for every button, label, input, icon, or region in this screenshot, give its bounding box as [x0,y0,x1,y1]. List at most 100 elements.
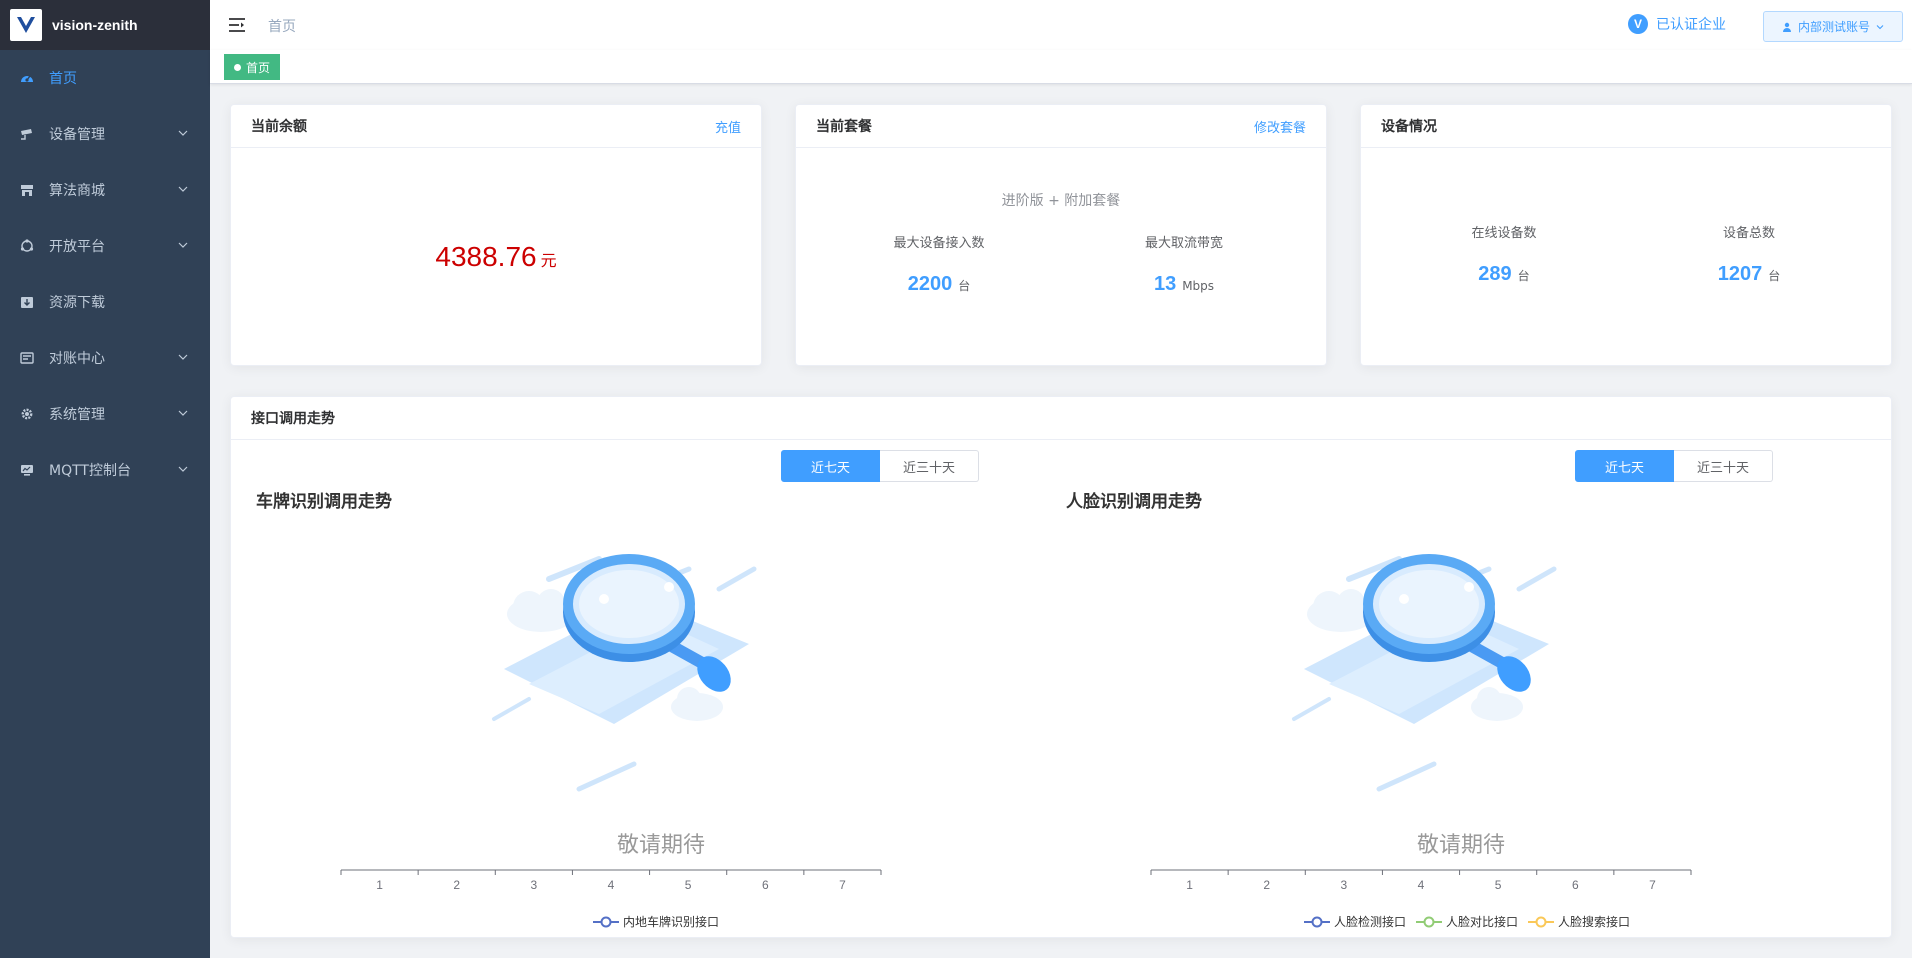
x-tick-label: 4 [1418,878,1425,892]
card-title: 设备情况 [1381,119,1437,135]
card-title: 当前余额 [251,119,307,135]
device-status-card: 设备情况 在线设备数 289 台 设备总数 1207 台 [1360,104,1892,366]
sidebar-item-home[interactable]: 首页 [0,50,210,106]
stat-value: 1207 台 [1649,263,1849,286]
stat-number: 2200 [907,273,953,295]
legend-item[interactable]: 内地车牌识别接口 [593,913,719,930]
sidebar-item-open-platform[interactable]: 开放平台 [0,218,210,274]
coming-soon-text: 敬请期待 [616,833,705,858]
sidebar-item-devices[interactable]: 设备管理 [0,106,210,162]
x-tick-label: 5 [1495,878,1502,892]
range-30-days-button[interactable]: 近三十天 [880,450,979,482]
legend-label: 人脸检测接口 [1334,915,1407,929]
stat-unit: 台 [1517,269,1530,283]
modify-package-link[interactable]: 修改套餐 [1254,117,1306,136]
sidebar: vision-zenith 首页 设备管理 算法商城 开放平台 资源下载 对账中… [0,0,210,958]
brand[interactable]: vision-zenith [0,0,210,50]
account-label: 内部测试账号 [1797,20,1870,34]
stat-value: 289 台 [1404,263,1604,286]
chevron-down-icon [178,354,188,360]
account-dropdown-button[interactable]: 内部测试账号 [1763,11,1903,42]
gear-icon [20,407,34,421]
x-tick-label: 1 [376,878,383,892]
total-devices-stat: 设备总数 1207 台 [1649,222,1849,286]
legend-item[interactable]: 人脸检测接口 [1304,913,1406,930]
package-name: 进阶版 + 附加套餐 [1001,193,1121,209]
sidebar-item-label: 首页 [49,71,77,87]
stat-number: 289 [1478,263,1512,285]
open-platform-icon [20,239,34,253]
cert-label: 已认证企业 [1656,17,1726,33]
sidebar-item-label: MQTT控制台 [49,463,131,479]
range-7-days-button[interactable]: 近七天 [781,450,880,482]
plate-chart-axis: 1 2 3 4 5 6 7 [340,869,882,892]
active-dot-icon [234,63,241,71]
max-devices-stat: 最大设备接入数 2200 台 [839,232,1039,296]
sidebar-item-label: 设备管理 [49,127,105,143]
chevron-down-icon [178,410,188,416]
stat-label: 设备总数 [1722,226,1775,241]
card-header: 设备情况 [1361,105,1891,148]
chevron-down-icon [178,242,188,248]
stat-unit: 台 [1768,269,1781,283]
sidebar-item-algorithm-store[interactable]: 算法商城 [0,162,210,218]
online-devices-stat: 在线设备数 289 台 [1404,222,1604,286]
chevron-down-icon [1876,24,1884,29]
chevron-down-icon [178,186,188,192]
verified-icon: V [1628,14,1648,34]
top-navbar: 首页 V 已认证企业 内部测试账号 [210,0,1912,50]
card-title: 接口调用走势 [251,411,335,427]
sidebar-item-downloads[interactable]: 资源下载 [0,274,210,330]
brand-name: vision-zenith [52,17,138,33]
stat-label: 在线设备数 [1471,226,1537,241]
chevron-down-icon [178,130,188,136]
legend-item[interactable]: 人脸搜索接口 [1528,913,1630,930]
search-illustration-icon [1292,554,1557,792]
legend-marker-icon [1528,916,1555,927]
card-header: 当前余额 充值 [231,105,761,148]
breadcrumb[interactable]: 首页 [268,16,296,36]
billing-icon [20,351,34,365]
sidebar-item-billing[interactable]: 对账中心 [0,330,210,386]
package-card: 当前套餐 修改套餐 进阶版 + 附加套餐 最大设备接入数 2200 台 最大取流带… [795,104,1327,366]
card-title: 当前套餐 [816,119,872,135]
certified-enterprise[interactable]: V 已认证企业 [1628,14,1726,34]
max-bandwidth-stat: 最大取流带宽 13 Mbps [1084,232,1284,296]
x-tick-label: 5 [685,878,692,892]
legend-marker-icon [593,916,619,927]
stat-value: 13 Mbps [1084,273,1284,296]
legend-label: 内地车牌识别接口 [623,915,720,929]
search-illustration-icon [492,554,757,792]
sidebar-item-label: 对账中心 [49,351,105,367]
monitor-icon [20,463,34,477]
hamburger-icon[interactable] [228,16,246,34]
shop-icon [20,183,34,197]
tag-home[interactable]: 首页 [224,54,281,80]
sidebar-item-label: 开放平台 [49,239,105,255]
sidebar-item-system[interactable]: 系统管理 [0,386,210,442]
stat-unit: 台 [958,279,971,293]
range-7-days-button[interactable]: 近七天 [1575,450,1674,482]
x-tick-label: 3 [531,878,538,892]
legend-label: 人脸对比接口 [1446,915,1519,929]
legend-item[interactable]: 人脸对比接口 [1416,913,1518,930]
camera-icon [20,127,34,141]
stat-label: 最大设备接入数 [893,236,985,251]
stat-label: 最大取流带宽 [1144,236,1223,251]
card-header: 接口调用走势 [231,397,1891,440]
legend-marker-icon [1416,916,1443,927]
x-tick-label: 1 [1186,878,1193,892]
x-tick-label: 7 [1649,878,1656,892]
face-chart-legend: 人脸检测接口 人脸对比接口 人脸搜索接口 [1304,913,1640,930]
sidebar-item-mqtt[interactable]: MQTT控制台 [0,442,210,498]
recharge-link[interactable]: 充值 [715,117,741,136]
balance-unit: 元 [540,253,557,270]
sidebar-item-label: 算法商城 [49,183,105,199]
x-tick-label: 2 [453,878,460,892]
legend-label: 人脸搜索接口 [1558,915,1631,929]
api-trend-card: 接口调用走势 近七天 近三十天 近七天 近三十天 车牌识别调用走势 人脸识别调用… [230,396,1892,938]
face-chart-title: 人脸识别调用走势 [1066,492,1202,512]
range-selector-face: 近七天 近三十天 [1575,450,1773,482]
range-30-days-button[interactable]: 近三十天 [1674,450,1773,482]
x-tick-label: 6 [762,878,769,892]
